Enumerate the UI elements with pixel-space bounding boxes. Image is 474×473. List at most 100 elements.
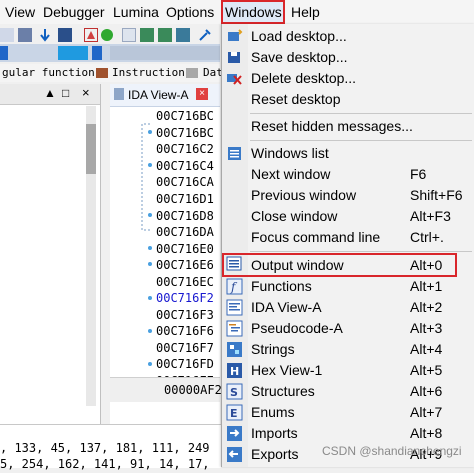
menu-item-windows-list[interactable]: Windows list [222, 143, 474, 164]
menu-item-close-window[interactable]: Close window Alt+F3 [222, 206, 474, 227]
menu-item-label: Next window [251, 166, 331, 182]
ida-view-tab-icon [114, 88, 124, 100]
wrench-icon[interactable] [198, 28, 212, 42]
regular-function-swatch [96, 68, 108, 78]
instruction-swatch [186, 68, 198, 78]
menu-item-label: Hex View-1 [251, 362, 323, 378]
navigation-band[interactable] [0, 44, 220, 62]
menu-lumina[interactable]: Lumina [111, 0, 161, 24]
step-down-icon[interactable] [38, 28, 52, 42]
close-icon[interactable]: × [82, 85, 90, 100]
imports-icon [226, 425, 243, 442]
ida-status-bar: 00000AF2 [110, 377, 222, 402]
menu-item-load-desktop[interactable]: Load desktop... [222, 26, 474, 47]
menu-item-label: Delete desktop... [251, 70, 357, 86]
nav-segment [10, 46, 54, 60]
menu-item-label: Pseudocode-A [251, 320, 343, 336]
scrollbar-thumb[interactable] [86, 124, 96, 174]
menu-item-label: Exports [251, 446, 299, 462]
menu-item-functions[interactable]: f Functions Alt+1 [222, 276, 474, 297]
menu-item-label: Save desktop... [251, 49, 348, 65]
toolbar-icon[interactable] [18, 28, 32, 42]
menu-item-label: Close window [251, 208, 338, 224]
run-icon[interactable] [100, 28, 114, 42]
menu-item-label: Windows list [251, 145, 329, 161]
breakpoint-dot [148, 362, 152, 366]
menu-item-label: Reset desktop [251, 91, 341, 107]
menu-options[interactable]: Options [164, 0, 216, 24]
tab-ida-view-a[interactable]: IDA View-A × [110, 84, 220, 107]
menu-windows[interactable]: Windows [221, 0, 285, 24]
save-desktop-icon [226, 49, 243, 66]
menu-item-ida-view-a[interactable]: IDA View-A Alt+2 [222, 297, 474, 318]
menu-item-output-window[interactable]: Output window Alt+0 [222, 253, 457, 277]
menu-debugger[interactable]: Debugger [41, 0, 107, 24]
toolbar-icon[interactable] [58, 28, 72, 42]
menu-separator [250, 113, 472, 114]
legend-regular-function: gular function [2, 66, 95, 79]
menu-item-reset-hidden-messages[interactable]: Reset hidden messages... [222, 116, 474, 137]
functions-panel: ▲ □ × [0, 84, 101, 424]
float-icon[interactable]: □ [62, 86, 69, 100]
breakpoint-dot [148, 296, 152, 300]
menu-item-reset-desktop[interactable]: Reset desktop [222, 89, 474, 110]
menu-view[interactable]: View [3, 0, 37, 24]
menu-help[interactable]: Help [289, 0, 322, 24]
output-window-icon [226, 255, 243, 272]
ida-view-tab-title: IDA View-A [128, 88, 189, 102]
delete-desktop-icon [226, 70, 243, 87]
pseudocode-icon [226, 320, 243, 337]
menu-item-save-desktop[interactable]: Save desktop... [222, 47, 474, 68]
menu-separator [250, 251, 472, 252]
panel-header: ▲ □ × [0, 84, 100, 105]
legend-bar: gular function Instruction Dat [0, 64, 223, 82]
menu-item-delete-desktop[interactable]: Delete desktop... [222, 68, 474, 89]
menu-item-shortcut: Alt+3 [410, 320, 443, 336]
status-address: 00000AF2 [164, 383, 222, 397]
menu-item-shortcut: Alt+1 [410, 278, 443, 294]
breakpoint-dot [148, 329, 152, 333]
scroll-up-icon[interactable]: ▲ [44, 86, 56, 100]
menu-item-shortcut: Alt+8 [410, 425, 443, 441]
menu-item-label: Load desktop... [251, 28, 347, 44]
breakpoint-icon[interactable] [84, 28, 98, 42]
nav-segment [0, 46, 8, 60]
menu-item-label: Reset hidden messages... [251, 118, 413, 134]
nav-segment [58, 46, 88, 60]
menu-item-next-window[interactable]: Next window F6 [222, 164, 474, 185]
menu-item-focus-command-line[interactable]: Focus command line Ctrl+. [222, 227, 474, 248]
legend-instruction: Instruction [112, 66, 185, 79]
close-tab-icon[interactable]: × [196, 88, 208, 100]
menu-item-label: Functions [251, 278, 312, 294]
menu-item-imports[interactable]: Imports Alt+8 [222, 423, 474, 444]
windows-menu: Load desktop... Save desktop... Delete d… [221, 24, 474, 467]
menu-item-previous-window[interactable]: Previous window Shift+F6 [222, 185, 474, 206]
toolbar-icon[interactable] [122, 28, 136, 42]
svg-text:E: E [230, 407, 238, 420]
windows-list-icon [226, 145, 243, 162]
menu-item-label: IDA View-A [251, 299, 322, 315]
hex-view-icon: H [226, 362, 243, 379]
menu-item-strings[interactable]: Strings Alt+4 [222, 339, 474, 360]
menu-item-pseudocode-a[interactable]: Pseudocode-A Alt+3 [222, 318, 474, 339]
exports-icon [226, 446, 243, 463]
menu-item-shortcut: Alt+5 [410, 362, 443, 378]
toolbar-icon[interactable] [0, 28, 14, 42]
menu-item-shortcut: Shift+F6 [410, 187, 463, 203]
toolbar-icon[interactable] [140, 28, 154, 42]
menu-item-shortcut: Alt+2 [410, 299, 443, 315]
menu-item-structures[interactable]: S Structures Alt+6 [222, 381, 474, 402]
toolbar-icon[interactable] [176, 28, 190, 42]
toolbar-icon[interactable] [158, 28, 172, 42]
legend-data: Dat [203, 66, 223, 79]
svg-text:H: H [230, 365, 239, 378]
output-line: 5, 254, 162, 141, 91, 14, 17, [0, 457, 210, 471]
watermark: CSDN @shandianchengzi [322, 444, 462, 458]
menu-item-hex-view-1[interactable]: H Hex View-1 Alt+5 [222, 360, 474, 381]
menu-item-enums[interactable]: E Enums Alt+7 [222, 402, 474, 423]
structures-icon: S [226, 383, 243, 400]
strings-icon [226, 341, 243, 358]
menu-item-label: Structures [251, 383, 315, 399]
menu-item-label: Focus command line [251, 229, 381, 245]
menu-item-shortcut: Alt+7 [410, 404, 443, 420]
